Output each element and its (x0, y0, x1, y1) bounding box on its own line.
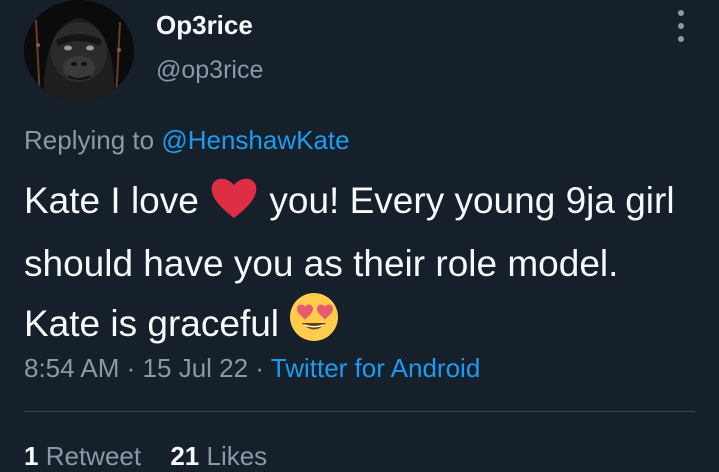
tweet-text: Kate I love you! Every young 9ja girl sh… (24, 172, 684, 358)
more-options-icon[interactable] (672, 10, 690, 42)
mention-link[interactable]: @HenshawKate (161, 125, 349, 155)
replying-to: Replying to @HenshawKate (24, 125, 350, 156)
separator: · (255, 353, 264, 383)
retweets-count: 1 (24, 441, 39, 471)
likes-label: Likes (206, 441, 268, 471)
likes-count: 21 (170, 441, 200, 471)
separator: · (126, 353, 136, 383)
tweet-meta: 8:54 AM · 15 Jul 22 · Twitter for Androi… (24, 353, 480, 384)
retweets-label: Retweet (45, 441, 142, 471)
likes-stat[interactable]: 21 Likes (170, 441, 267, 471)
avatar[interactable] (24, 0, 134, 101)
tweet-time[interactable]: 8:54 AM (24, 353, 119, 383)
heart-eyes-icon (289, 292, 339, 358)
tweet-text-part1: Kate I love (24, 180, 199, 221)
divider (24, 411, 695, 412)
red-heart-icon (209, 175, 259, 235)
replying-to-label: Replying to (24, 125, 155, 155)
user-handle[interactable]: @op3rice (156, 56, 263, 85)
gorilla-avatar-icon (24, 0, 134, 101)
tweet-stats: 1 Retweet 21 Likes (24, 441, 289, 472)
tweet-source-link[interactable]: Twitter for Android (271, 353, 481, 383)
tweet-date[interactable]: 15 Jul 22 (143, 353, 249, 383)
display-name[interactable]: Op3rice (156, 10, 253, 41)
retweets-stat[interactable]: 1 Retweet (24, 441, 141, 471)
